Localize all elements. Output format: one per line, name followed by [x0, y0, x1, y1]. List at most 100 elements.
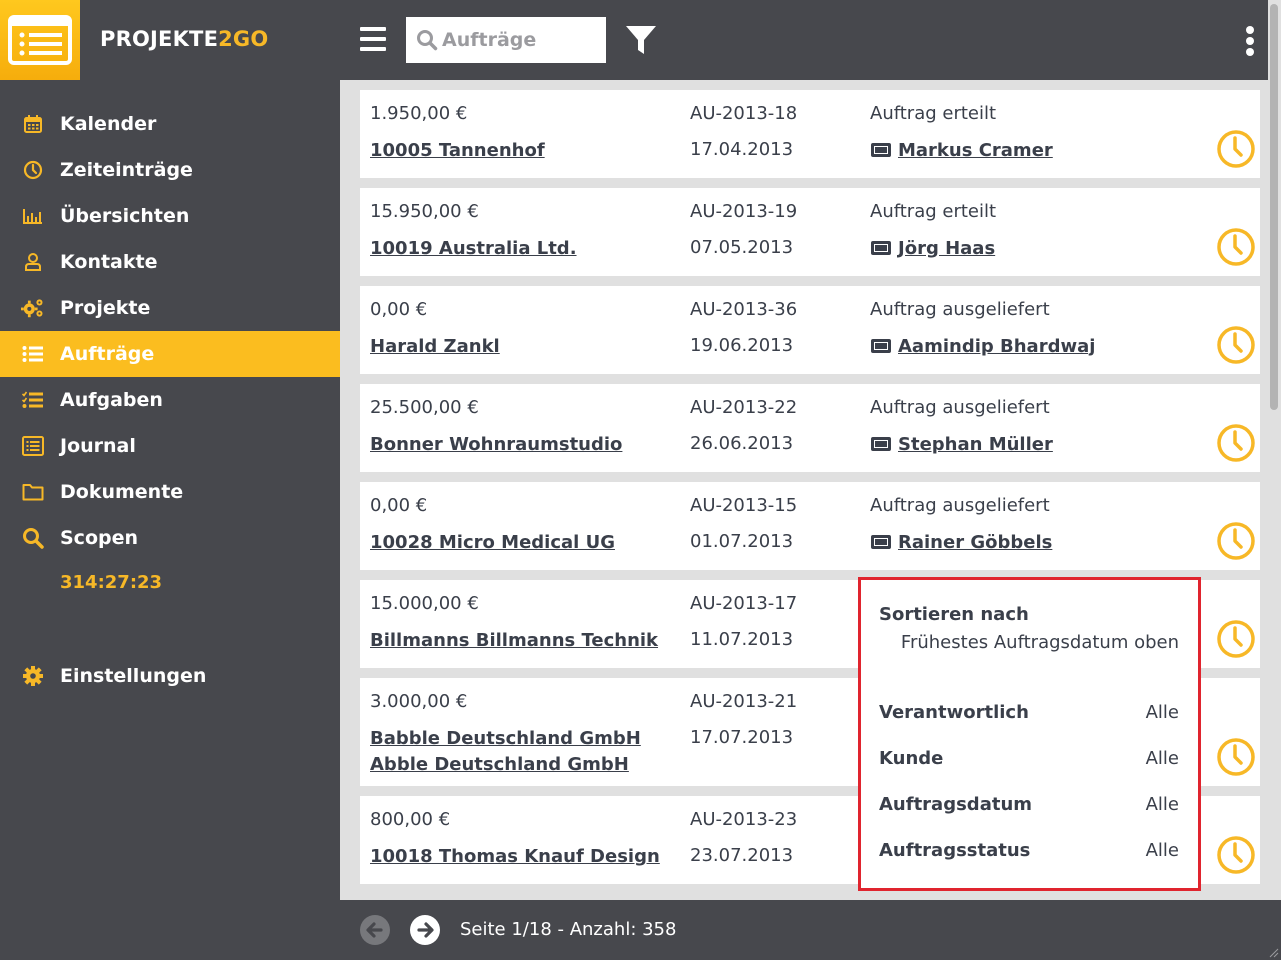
arrow-right-circle-icon	[410, 915, 440, 945]
order-card[interactable]: 1.950,00 € 10005 Tannenhof AU-2013-18 17…	[360, 90, 1260, 178]
order-card[interactable]: 0,00 € Harald Zankl AU-2013-36 19.06.201…	[360, 286, 1260, 374]
order-amount: 0,00 €	[370, 495, 428, 516]
filter-row-auftragsdatum[interactable]: Auftragsdatum Alle	[879, 794, 1179, 815]
responsible: Rainer Göbbels	[870, 530, 1052, 554]
arrow-left-circle-icon	[360, 915, 390, 945]
sidebar-item-aufgaben[interactable]: Aufgaben	[0, 377, 340, 423]
scrollbar-thumb[interactable]	[1270, 4, 1278, 410]
order-customer[interactable]: Babble Deutschland GmbH Abble Deutschland…	[370, 726, 680, 778]
order-number: AU-2013-19	[690, 201, 798, 222]
page-info: Seite 1/18 - Anzahl: 358	[460, 919, 677, 940]
order-card[interactable]: 15.950,00 € 10019 Australia Ltd. AU-2013…	[360, 188, 1260, 276]
time-entry-button[interactable]	[1216, 325, 1256, 370]
time-entry-button[interactable]	[1216, 423, 1256, 468]
order-col-status: Auftrag erteilt Markus Cramer	[870, 102, 1053, 162]
responsible-link[interactable]: Jörg Haas	[898, 238, 995, 259]
search-icon	[417, 30, 438, 51]
customer-link[interactable]: 10018 Thomas Knauf Design	[370, 844, 680, 870]
prev-page-button[interactable]	[360, 915, 390, 949]
scrollbar[interactable]	[1268, 0, 1281, 900]
more-options-button[interactable]	[1244, 26, 1256, 56]
order-customer[interactable]: Billmanns Billmanns Technik	[370, 628, 680, 654]
order-card[interactable]: 25.500,00 € Bonner Wohnraumstudio AU-201…	[360, 384, 1260, 472]
order-customer[interactable]: 10019 Australia Ltd.	[370, 236, 680, 262]
time-entry-button[interactable]	[1216, 835, 1256, 880]
order-date: 26.06.2013	[690, 433, 794, 454]
search-icon	[21, 527, 45, 549]
responsible-link[interactable]: Aamindip Bhardwaj	[898, 336, 1095, 357]
order-customer[interactable]: Bonner Wohnraumstudio	[370, 432, 680, 458]
order-customer[interactable]: Harald Zankl	[370, 334, 680, 360]
time-entry-button[interactable]	[1216, 521, 1256, 566]
sidebar-item-auftraege[interactable]: Aufträge	[0, 331, 340, 377]
customer-link[interactable]: 10028 Micro Medical UG	[370, 530, 680, 556]
sort-row[interactable]: Sortieren nach	[879, 604, 1179, 625]
time-entry-button[interactable]	[1216, 129, 1256, 174]
filter-row-auftragsstatus[interactable]: Auftragsstatus Alle	[879, 840, 1179, 861]
search-input[interactable]	[442, 29, 592, 51]
order-col-main: 0,00 € Harald Zankl	[370, 298, 680, 360]
customer-link[interactable]: Bonner Wohnraumstudio	[370, 432, 680, 458]
filter-row-kunde[interactable]: Kunde Alle	[879, 748, 1179, 769]
customer-link[interactable]: 10005 Tannenhof	[370, 138, 680, 164]
order-amount: 800,00 €	[370, 809, 451, 830]
customer-link[interactable]: 10019 Australia Ltd.	[370, 236, 680, 262]
time-entry-button[interactable]	[1216, 227, 1256, 272]
task-list-icon	[21, 389, 45, 411]
logo[interactable]	[0, 0, 80, 80]
responsible-link[interactable]: Markus Cramer	[898, 140, 1053, 161]
order-col-status: Auftrag ausgeliefert Aamindip Bhardwaj	[870, 298, 1095, 358]
sidebar-item-einstellungen[interactable]: Einstellungen	[0, 653, 340, 699]
order-amount: 25.500,00 €	[370, 397, 479, 418]
order-customer[interactable]: 10018 Thomas Knauf Design	[370, 844, 680, 870]
timer-value: 314:27:23	[60, 572, 163, 593]
order-amount: 0,00 €	[370, 299, 428, 320]
order-status: Auftrag ausgeliefert	[870, 495, 1050, 516]
order-date: 19.06.2013	[690, 335, 794, 356]
customer-link[interactable]: Billmanns Billmanns Technik	[370, 628, 680, 654]
sidebar-item-scopen[interactable]: Scopen	[0, 515, 340, 561]
filter-row-verantwortlich[interactable]: Verantwortlich Alle	[879, 702, 1179, 723]
menu-button[interactable]	[360, 27, 386, 51]
id-card-icon	[871, 339, 891, 353]
filter-icon	[626, 26, 656, 54]
order-col-id: AU-2013-36 19.06.2013	[690, 298, 797, 358]
filter-label: Kunde	[879, 748, 944, 769]
responsible-link[interactable]: Stephan Müller	[898, 434, 1053, 455]
list-icon	[21, 343, 45, 365]
pagination-bar: Seite 1/18 - Anzahl: 358	[340, 900, 1281, 960]
order-date: 17.07.2013	[690, 727, 794, 748]
order-number: AU-2013-17	[690, 593, 798, 614]
order-customer[interactable]: 10005 Tannenhof	[370, 138, 680, 164]
responsible-link[interactable]: Rainer Göbbels	[898, 532, 1052, 553]
sidebar-item-label: Scopen	[60, 527, 139, 549]
next-page-button[interactable]	[410, 915, 440, 949]
sidebar-item-kalender[interactable]: Kalender	[0, 101, 340, 147]
order-card[interactable]: 0,00 € 10028 Micro Medical UG AU-2013-15…	[360, 482, 1260, 570]
filter-label: Verantwortlich	[879, 702, 1029, 723]
time-entry-button[interactable]	[1216, 737, 1256, 782]
clock-icon	[1217, 738, 1255, 776]
filter-button[interactable]	[625, 24, 657, 60]
order-customer[interactable]: 10028 Micro Medical UG	[370, 530, 680, 556]
resize-grip-icon[interactable]	[1267, 946, 1279, 958]
sidebar-item-label: Zeiteinträge	[60, 159, 193, 181]
sidebar-item-projekte[interactable]: Projekte	[0, 285, 340, 331]
customer-link[interactable]: Harald Zankl	[370, 334, 680, 360]
sidebar-item-uebersichten[interactable]: Übersichten	[0, 193, 340, 239]
order-col-status: Auftrag erteilt Jörg Haas	[870, 200, 996, 260]
time-entry-button[interactable]	[1216, 619, 1256, 664]
gear-icon	[21, 665, 45, 687]
sidebar-item-zeiteintraege[interactable]: Zeiteinträge	[0, 147, 340, 193]
order-col-id: AU-2013-17 11.07.2013	[690, 592, 797, 652]
sidebar-item-kontakte[interactable]: Kontakte	[0, 239, 340, 285]
sidebar-item-dokumente[interactable]: Dokumente	[0, 469, 340, 515]
time-tracker[interactable]: 314:27:23	[0, 561, 340, 607]
id-card-icon	[871, 437, 891, 451]
clock-icon	[1217, 326, 1255, 364]
id-card-icon	[871, 143, 891, 157]
customer-link[interactable]: Babble Deutschland GmbH	[370, 726, 680, 752]
customer-link[interactable]: Abble Deutschland GmbH	[370, 752, 680, 778]
sidebar-item-journal[interactable]: Journal	[0, 423, 340, 469]
